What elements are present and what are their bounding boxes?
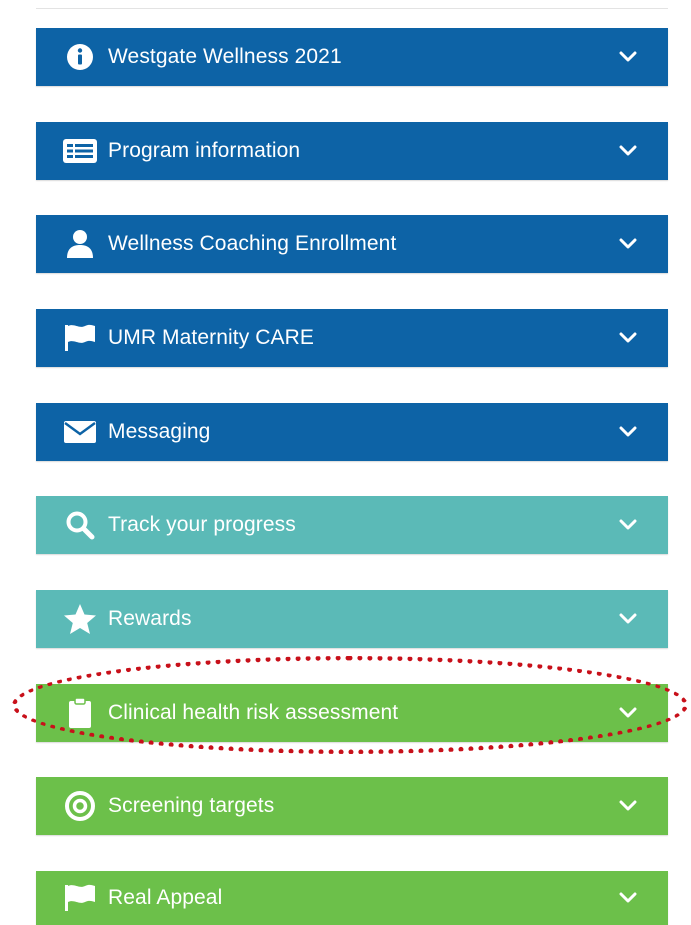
section-westgate-wellness-2021[interactable]: Westgate Wellness 2021 (36, 28, 668, 86)
section-program-information[interactable]: Program information (36, 122, 668, 180)
chevron-down-icon (616, 513, 640, 537)
chevron-down-icon (616, 886, 640, 910)
clipboard-icon (58, 693, 102, 733)
section-label: Clinical health risk assessment (108, 701, 399, 724)
chevron-down-icon (616, 139, 640, 163)
section-wellness-coaching-enrollment[interactable]: Wellness Coaching Enrollment (36, 215, 668, 273)
star-icon (58, 599, 102, 639)
envelope-icon (58, 412, 102, 452)
search-icon (58, 505, 102, 545)
section-label: Screening targets (108, 794, 275, 817)
section-screening-targets[interactable]: Screening targets (36, 777, 668, 835)
section-umr-maternity-care[interactable]: UMR Maternity CARE (36, 309, 668, 367)
section-label: Westgate Wellness 2021 (108, 45, 342, 68)
chevron-down-icon (616, 232, 640, 256)
chevron-down-icon (616, 326, 640, 350)
user-icon (58, 224, 102, 264)
list-card-icon (58, 131, 102, 171)
section-real-appeal[interactable]: Real Appeal (36, 871, 668, 925)
flag-icon (58, 318, 102, 358)
section-rewards[interactable]: Rewards (36, 590, 668, 648)
section-label: UMR Maternity CARE (108, 326, 314, 349)
section-label: Messaging (108, 420, 211, 443)
section-label: Program information (108, 139, 301, 162)
section-messaging[interactable]: Messaging (36, 403, 668, 461)
chevron-down-icon (616, 607, 640, 631)
info-icon (58, 37, 102, 77)
section-label: Wellness Coaching Enrollment (108, 232, 397, 255)
top-divider (36, 0, 668, 9)
section-label: Rewards (108, 607, 192, 630)
target-icon (58, 786, 102, 826)
chevron-down-icon (616, 45, 640, 69)
section-label: Real Appeal (108, 886, 223, 909)
section-clinical-health-risk-assessment[interactable]: Clinical health risk assessment (36, 684, 668, 742)
chevron-down-icon (616, 794, 640, 818)
flag-icon (58, 878, 102, 918)
chevron-down-icon (616, 701, 640, 725)
section-label: Track your progress (108, 513, 296, 536)
section-track-your-progress[interactable]: Track your progress (36, 496, 668, 554)
chevron-down-icon (616, 420, 640, 444)
